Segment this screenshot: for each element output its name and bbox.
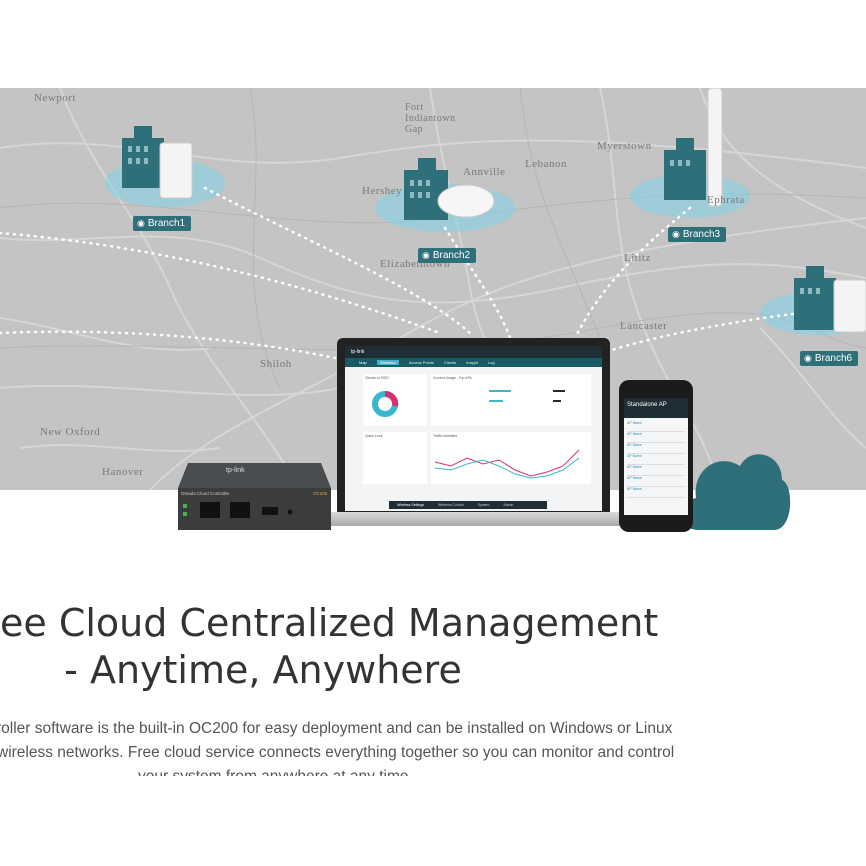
list-item[interactable]: AP Name: [627, 465, 685, 476]
map-place: Shiloh: [260, 358, 292, 370]
map-place: Myerstown: [597, 140, 652, 152]
headline-line-1: ee Cloud Centralized Management: [0, 601, 659, 645]
device-model: OC200: [313, 491, 328, 496]
description-line-3: your system from anywhere at any time.: [138, 768, 866, 776]
bottom-tabs: Wireless Settings Wireless Control Syste…: [389, 501, 547, 509]
list-item[interactable]: AP Name: [627, 421, 685, 432]
map-place: Hershey: [362, 185, 403, 197]
wall-ap-1: [159, 142, 193, 199]
traffic-panel: Traffic Activities: [431, 432, 591, 484]
branch-badge-6[interactable]: ◉ Branch6: [800, 351, 859, 366]
map-place: Lebanon: [525, 158, 567, 170]
phone-ap-list: AP Name AP Name AP Name AP Name AP Name …: [624, 418, 688, 501]
branch-badge-2[interactable]: ◉ Branch2: [418, 248, 477, 263]
outdoor-ap: [707, 88, 723, 207]
panel-title: Traffic Activities: [433, 434, 458, 438]
list-item[interactable]: AP Name: [627, 487, 685, 498]
list-item[interactable]: AP Name: [627, 432, 685, 443]
tab-insight[interactable]: Insight: [466, 360, 478, 365]
panel-title: Clients of SSID: [365, 376, 389, 380]
tab-clients[interactable]: Clients: [444, 360, 456, 365]
panel-title: Quick Look: [365, 434, 383, 438]
map-place: Newport: [34, 92, 76, 104]
app-nav: Map Statistics Access Points Clients Ins…: [345, 358, 602, 367]
quick-look-panel: Quick Look: [363, 432, 427, 484]
app-topbar: tp-link: [345, 346, 602, 358]
list-item[interactable]: AP Name: [627, 476, 685, 487]
phone-header: Standalone AP: [624, 398, 688, 418]
map-place: Annville: [463, 166, 506, 178]
wall-ap-6: [833, 279, 866, 333]
branch-badge-1[interactable]: ◉ Branch1: [133, 216, 192, 231]
device-label: Omada Cloud Controller: [181, 491, 230, 496]
map-place: Lititz: [624, 252, 651, 264]
tab-statistics[interactable]: Statistics: [376, 360, 399, 365]
tab-map[interactable]: Map: [359, 360, 367, 365]
traffic-line-chart: [434, 449, 580, 479]
description-line-1: roller software is the built-in OC200 fo…: [0, 720, 673, 737]
cloud-icon: [682, 454, 791, 530]
tab-admin[interactable]: Admin: [503, 503, 513, 507]
headline-line-2: - Anytime, Anywhere: [64, 648, 462, 692]
location-pin-icon: ◉: [672, 229, 680, 239]
tab-log[interactable]: Log: [488, 360, 495, 365]
clients-panel: Clients of SSID: [363, 374, 427, 426]
ceiling-ap: [437, 184, 495, 218]
location-pin-icon: ◉: [804, 353, 812, 363]
map-place: Lancaster: [620, 320, 668, 332]
tab-wireless-control[interactable]: Wireless Control: [438, 503, 464, 507]
list-item[interactable]: AP Name: [627, 443, 685, 454]
tab-system[interactable]: System: [478, 503, 490, 507]
description-line-2: wireless networks. Free cloud service co…: [0, 744, 675, 761]
oc200-device: [178, 463, 331, 530]
laptop-base: [322, 512, 627, 526]
map-place: Ephrata: [707, 194, 745, 206]
map-place: New Oxford: [40, 426, 101, 438]
description: roller software is the built-in OC200 fo…: [0, 718, 866, 776]
device-brand: tp-link: [226, 467, 245, 474]
location-pin-icon: ◉: [422, 250, 430, 260]
usage-panel: Current Usage - Top APs: [431, 374, 591, 426]
laptop-screen: tp-link Map Statistics Access Points Cli…: [345, 346, 602, 511]
brand-logo: tp-link: [351, 349, 365, 355]
tab-wireless-settings[interactable]: Wireless Settings: [397, 503, 424, 507]
map-place: Hanover: [102, 466, 144, 478]
donut-chart: [372, 391, 399, 417]
map-place: Fort Indiantown Gap: [405, 102, 456, 135]
branch-badge-3[interactable]: ◉ Branch3: [668, 227, 727, 242]
panel-title: Current Usage - Top APs: [433, 376, 472, 380]
list-item[interactable]: AP Name: [627, 454, 685, 465]
phone-screen: Standalone AP AP Name AP Name AP Name AP…: [624, 398, 688, 515]
tab-access-points[interactable]: Access Points: [409, 360, 434, 365]
location-pin-icon: ◉: [137, 218, 145, 228]
